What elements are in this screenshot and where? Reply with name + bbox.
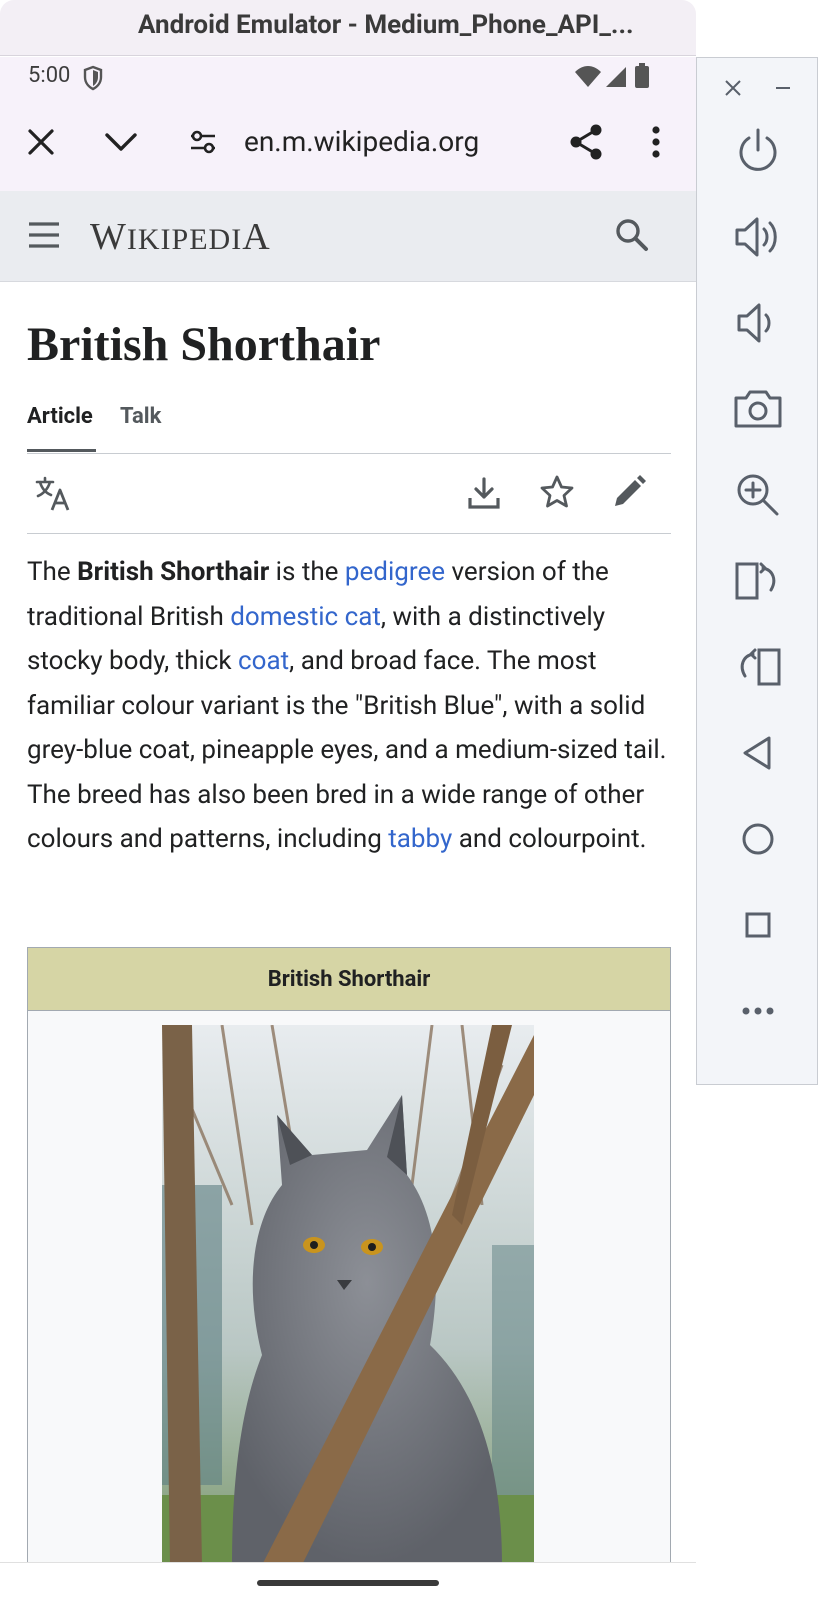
link-coat[interactable]: coat [238, 646, 289, 676]
emulator-side-panel [696, 57, 818, 1085]
download-icon[interactable] [467, 476, 501, 510]
back-icon[interactable] [731, 726, 785, 780]
article-tabs: Article Talk [27, 404, 671, 454]
power-icon[interactable] [731, 124, 785, 178]
search-icon[interactable] [614, 217, 650, 253]
site-settings-icon[interactable] [188, 127, 218, 157]
tab-article[interactable]: Article [27, 404, 93, 429]
cat-photo[interactable] [162, 1025, 534, 1565]
status-time: 5:00 [28, 63, 71, 88]
rotate-right-icon[interactable] [731, 640, 785, 694]
navigation-bar [0, 1562, 696, 1604]
signal-icon [606, 67, 626, 87]
link-domestic-cat[interactable]: domestic cat [230, 602, 381, 632]
close-icon[interactable] [723, 78, 743, 98]
home-gesture-handle[interactable] [257, 1580, 439, 1586]
infobox: British Shorthair [27, 947, 671, 1567]
shield-icon [83, 65, 103, 91]
home-icon[interactable] [731, 812, 785, 866]
title-bar: Android Emulator - Medium_Phone_API_... [0, 0, 696, 56]
camera-icon[interactable] [731, 382, 785, 436]
article: British Shorthair Article Talk The Briti… [0, 282, 696, 1567]
language-icon[interactable] [35, 476, 71, 512]
volume-down-icon[interactable] [731, 296, 785, 350]
link-pedigree[interactable]: pedigree [345, 557, 445, 587]
minimize-icon[interactable] [773, 78, 793, 98]
tab-active-indicator [27, 449, 96, 452]
infobox-title: British Shorthair [28, 948, 670, 1011]
volume-up-icon[interactable] [731, 210, 785, 264]
overview-icon[interactable] [731, 898, 785, 952]
wiki-header: WIKIPEDIA [0, 191, 696, 282]
rotate-left-icon[interactable] [731, 554, 785, 608]
more-vert-icon[interactable] [650, 125, 662, 159]
page-actions [27, 454, 671, 534]
close-icon[interactable] [26, 127, 56, 157]
menu-icon[interactable] [27, 221, 61, 249]
edit-icon[interactable] [611, 474, 647, 510]
page-title: British Shorthair [27, 318, 381, 371]
zoom-in-icon[interactable] [731, 468, 785, 522]
window-title: Android Emulator - Medium_Phone_API_... [138, 10, 634, 40]
battery-icon [635, 63, 649, 88]
emulator-window: Android Emulator - Medium_Phone_API_... … [0, 0, 696, 1604]
intro-paragraph: The British Shorthair is the pedigree ve… [27, 557, 667, 854]
tab-talk[interactable]: Talk [120, 404, 161, 429]
wikipedia-logo[interactable]: WIKIPEDIA [90, 215, 271, 259]
url-text[interactable]: en.m.wikipedia.org [244, 125, 479, 158]
star-icon[interactable] [539, 474, 575, 510]
chevron-down-icon[interactable] [104, 131, 138, 153]
status-bar: 5:00 [0, 57, 696, 97]
link-tabby[interactable]: tabby [388, 824, 452, 854]
share-icon[interactable] [568, 123, 604, 161]
wifi-icon [575, 66, 601, 87]
more-horiz-icon[interactable] [731, 984, 785, 1038]
browser-toolbar: en.m.wikipedia.org [0, 97, 696, 191]
